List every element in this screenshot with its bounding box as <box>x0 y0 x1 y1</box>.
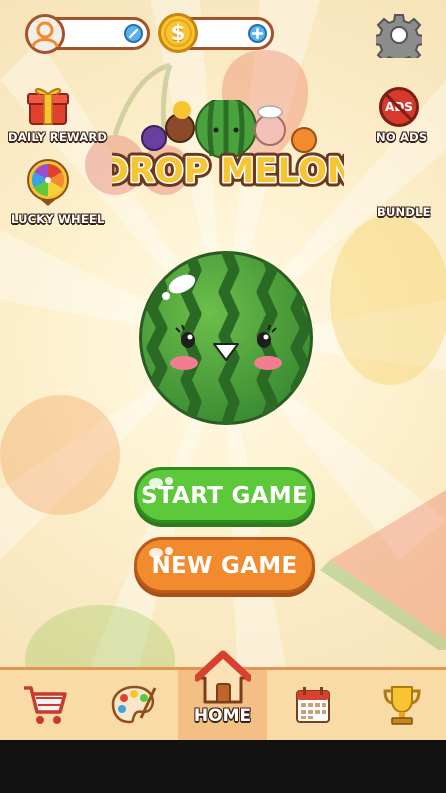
lucky-wheel-label[interactable]: LUCKY WHEEL <box>11 212 105 226</box>
new-game-label: NEW GAME <box>151 553 298 579</box>
system-navigation-bar <box>0 740 446 793</box>
daily-reward-label[interactable]: DAILY REWARD <box>8 130 107 144</box>
nav-leaderboard[interactable] <box>356 670 445 740</box>
bg-melon-decoration <box>25 605 175 670</box>
palette-icon <box>111 685 157 724</box>
start-game-button[interactable]: START GAME <box>134 467 315 523</box>
start-game-label: START GAME <box>141 483 308 509</box>
calendar-icon <box>296 687 330 723</box>
gear-icon[interactable] <box>376 12 422 58</box>
avatar-icon[interactable] <box>25 14 65 54</box>
wheel-icon[interactable] <box>26 158 70 208</box>
new-game-button[interactable]: NEW GAME <box>134 537 315 593</box>
bg-watermelon-slice-decoration <box>320 490 446 650</box>
watermelon-character <box>139 251 313 425</box>
home-screen: $ DAILY REWARD LUCKY WHEEL ADS <box>0 0 446 740</box>
home-icon <box>195 650 251 704</box>
bg-orange-decoration <box>0 395 120 515</box>
edit-icon[interactable] <box>124 24 143 43</box>
bg-lemon-decoration <box>330 215 446 385</box>
game-logo: DROP MELON DROP MELON <box>112 100 344 192</box>
trophy-icon <box>383 686 421 725</box>
add-coins-icon[interactable] <box>248 24 267 43</box>
nav-calendar[interactable] <box>267 670 356 740</box>
nav-home[interactable]: HOME <box>178 650 267 740</box>
nav-skins[interactable] <box>89 670 178 740</box>
no-ads-label[interactable]: NO ADS <box>376 130 427 144</box>
bottom-nav-bar: HOME <box>0 650 446 740</box>
nav-home-label: HOME <box>193 706 252 726</box>
coin-icon: $ <box>158 13 198 53</box>
gift-icon[interactable] <box>26 82 70 126</box>
no-ads-icon[interactable]: ADS <box>379 87 419 127</box>
cart-icon <box>24 686 67 724</box>
logo-title: DROP MELON <box>112 151 344 191</box>
nav-shop[interactable] <box>0 670 89 740</box>
bundle-label[interactable]: BUNDLE <box>377 205 431 219</box>
